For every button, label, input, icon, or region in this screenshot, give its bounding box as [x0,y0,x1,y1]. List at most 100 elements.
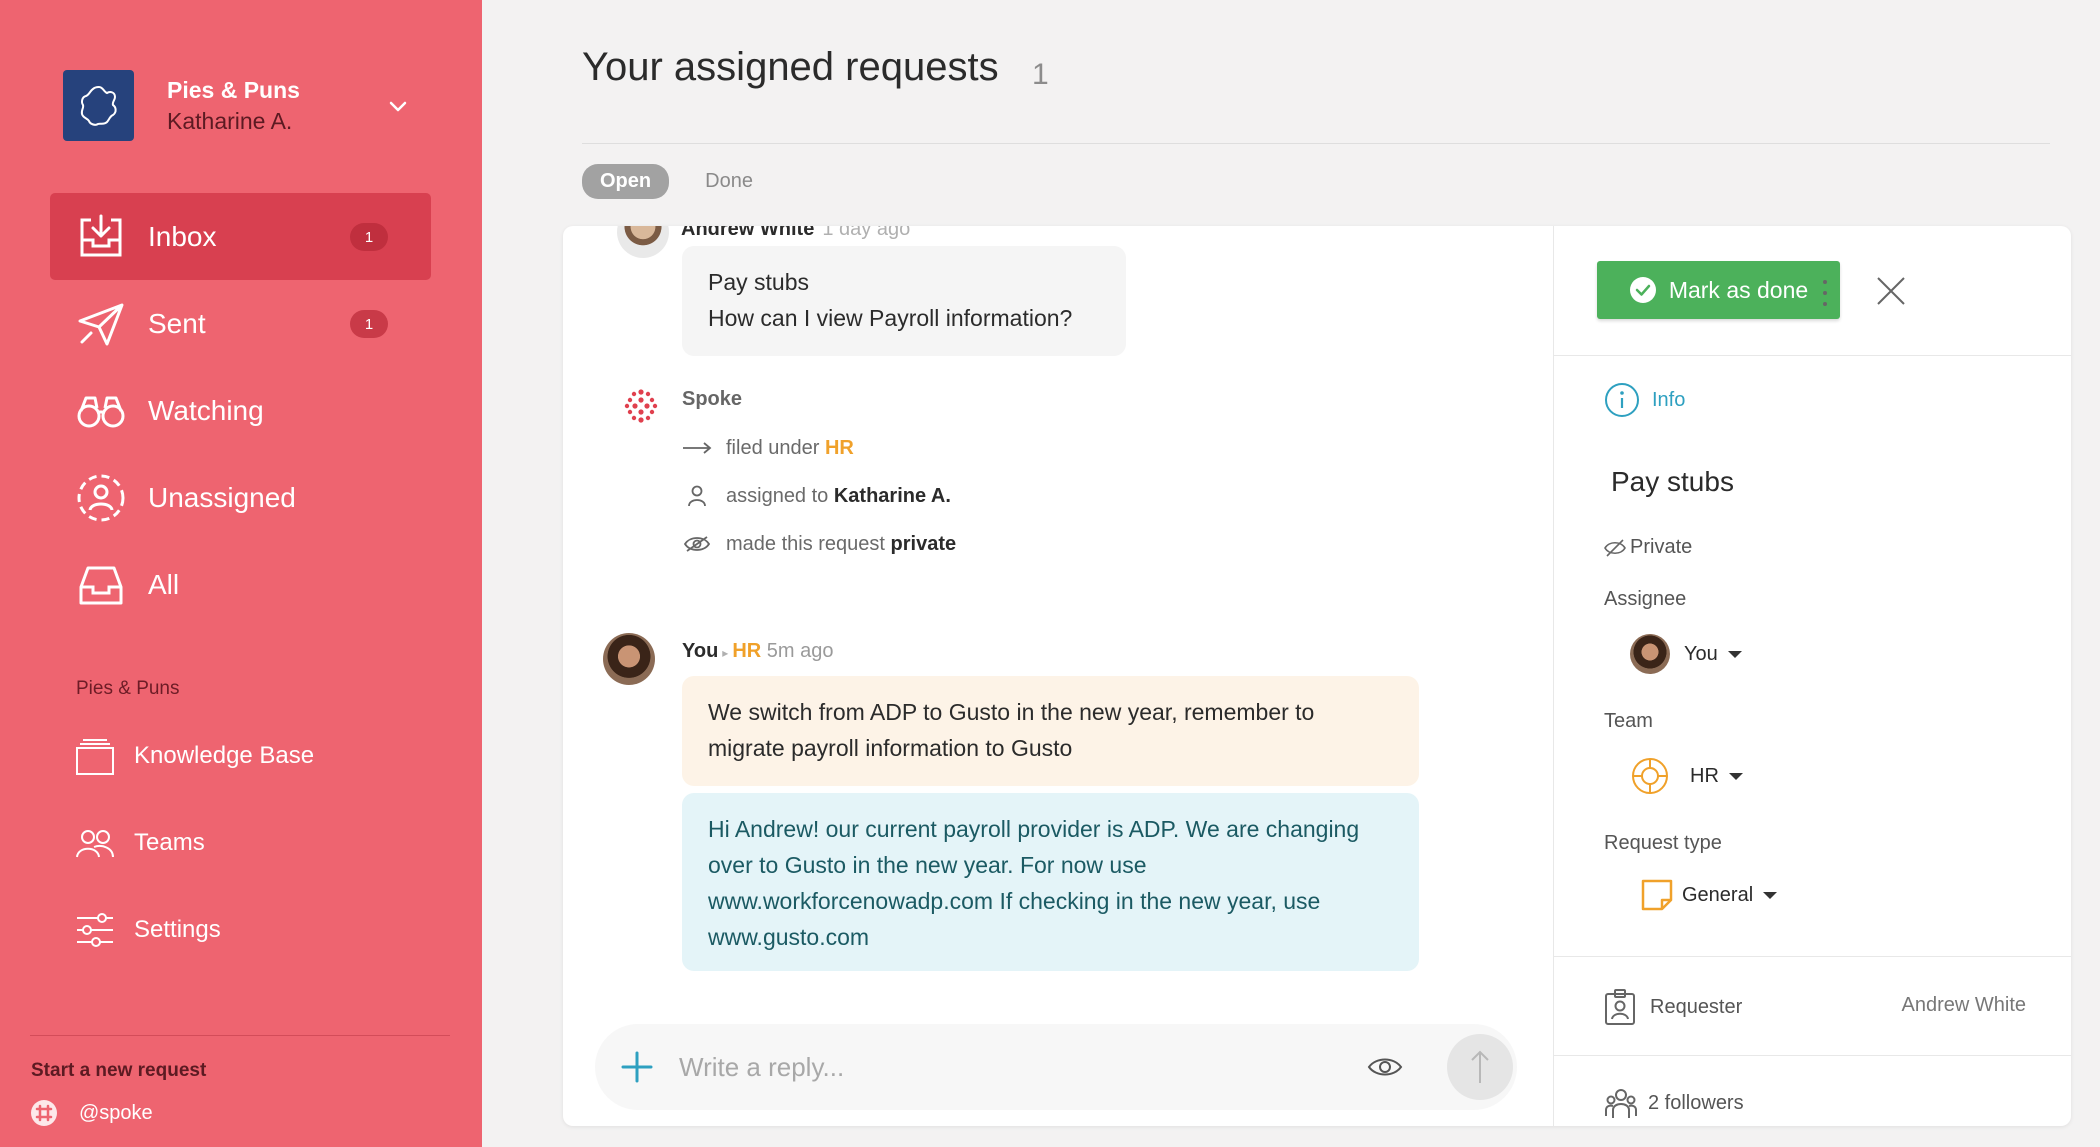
send-button[interactable] [1447,1034,1513,1100]
request-type-value: General [1682,883,1754,906]
reply-input[interactable] [679,1044,1299,1090]
workspace-switcher[interactable]: Pies & Puns Katharine A. [63,70,300,141]
lifebuoy-icon [1632,758,1668,794]
nav-item-all[interactable]: All [50,541,431,628]
unassigned-user-icon [74,471,128,525]
knowledge-base-icon [74,735,116,777]
chevron-down-icon[interactable] [384,92,412,120]
private-word: private [890,532,957,555]
nav-item-teams[interactable]: Teams [74,799,454,886]
inbox-icon [74,210,128,264]
count-badge: 1 [350,310,388,338]
workspace-logo [63,70,134,141]
nav-item-watching[interactable]: Watching [50,367,431,454]
request-type-label: Request type [1604,832,1722,854]
conversation-pane: Andrew White 1 day ago Pay stubs How can … [563,226,1553,1126]
mark-as-done-label: Mark as done [1668,276,1809,303]
requester-row: Requester [1604,988,1742,1026]
id-badge-icon [1605,989,1635,1025]
avatar [617,226,669,258]
header-divider [582,143,2050,144]
sliders-icon [74,909,116,951]
close-icon[interactable] [1874,274,1908,308]
team-dropdown[interactable]: HR [1630,756,1743,796]
nav-item-label: Unassigned [148,481,296,513]
nav-item-label: Settings [134,915,221,943]
nav-item-label: Knowledge Base [134,741,315,769]
requester-label: Requester [1650,995,1743,1018]
nav-item-label: Watching [148,394,264,426]
panel-divider [1554,1055,2071,1056]
assignee-label: Assignee [1604,588,1687,610]
timestamp: 1 day ago [822,226,911,240]
request-title: Pay stubs [1611,466,1734,497]
eye-off-icon [1604,538,1626,557]
paper-plane-icon [74,297,128,351]
nav-item-label: Teams [134,828,205,856]
event-filed: filed under HR [682,436,854,460]
nav-item-label: All [148,568,180,600]
tray-icon [74,558,128,612]
info-icon [1605,383,1639,417]
followers-icon [1605,1089,1637,1118]
workspace-name: Pies & Puns [167,76,300,103]
request-card: Andrew White 1 day ago Pay stubs How can … [563,226,2071,1126]
avatar [1630,634,1670,674]
caret-down-icon [1727,650,1742,658]
request-type-dropdown[interactable]: General [1640,878,1778,912]
assignee-name: Katharine A. [833,484,951,507]
team-label: Team [1604,710,1653,732]
sidebar: Pies & Puns Katharine A. Inbox 1 Sent 1 … [0,0,482,1147]
eye-icon[interactable] [1367,1049,1403,1085]
page-title: Your assigned requests [582,45,999,89]
event-assigned: assigned to Katharine A. [682,484,951,508]
person-icon [682,484,712,508]
assignee-dropdown[interactable]: You [1630,634,1742,674]
assignee-value: You [1684,642,1718,665]
nav-item-settings[interactable]: Settings [74,886,454,973]
slack-handle: @spoke [79,1101,153,1124]
author-name: Andrew White [681,226,815,240]
first-message-bubble: Pay stubs How can I view Payroll informa… [682,246,1126,356]
arrow-up-icon [1471,1050,1489,1083]
nav-item-unassigned[interactable]: Unassigned [50,454,431,541]
start-new-request-link[interactable]: Start a new request [31,1060,206,1082]
team-link[interactable]: HR [825,437,854,460]
private-label: Private [1630,536,1693,558]
section-label: Pies & Puns [76,678,180,699]
caret-down-icon [1763,891,1778,899]
followers-row[interactable]: 2 followers [1604,1086,1744,1120]
event-text: assigned to [726,484,829,507]
tab-info[interactable]: Info [1604,382,1685,418]
panel-divider [1554,956,2071,957]
plus-icon[interactable] [621,1051,653,1083]
avatar [603,633,655,685]
arrow-right-icon [682,436,712,460]
private-indicator: Private [1604,536,1692,559]
team-link[interactable]: HR [732,640,761,662]
tab-done[interactable]: Done [687,164,771,199]
nav-item-inbox[interactable]: Inbox 1 [50,193,431,280]
teams-icon [74,822,116,864]
mark-as-done-button[interactable]: Mark as done [1597,261,1840,319]
team-value: HR [1690,764,1719,787]
requester-name[interactable]: Andrew White [1806,994,2027,1017]
reply-message-bubble: Hi Andrew! our current payroll provider … [682,793,1419,971]
primary-nav: Inbox 1 Sent 1 Watching Unassigned All [50,193,431,628]
request-count: 1 [1032,58,1049,91]
more-options-icon[interactable] [1810,278,1840,308]
tab-open[interactable]: Open [582,164,670,199]
event-text: filed under [726,436,820,459]
message-header: Andrew White 1 day ago [681,226,910,241]
separator: ▸ [722,646,729,660]
reply-composer [595,1024,1517,1110]
message-header: You ▸ HR 5m ago [682,640,834,663]
slack-handle-link[interactable]: @spoke [31,1100,153,1126]
nav-item-knowledge-base[interactable]: Knowledge Base [74,712,454,799]
info-tab-label: Info [1652,388,1686,411]
nav-item-sent[interactable]: Sent 1 [50,280,431,367]
details-panel: Mark as done Info Pay stubs Private Assi… [1553,226,2071,1126]
message-body: How can I view Payroll information? [708,305,1073,331]
message-subject: Pay stubs [708,269,809,295]
sticky-note-icon [1641,879,1673,911]
